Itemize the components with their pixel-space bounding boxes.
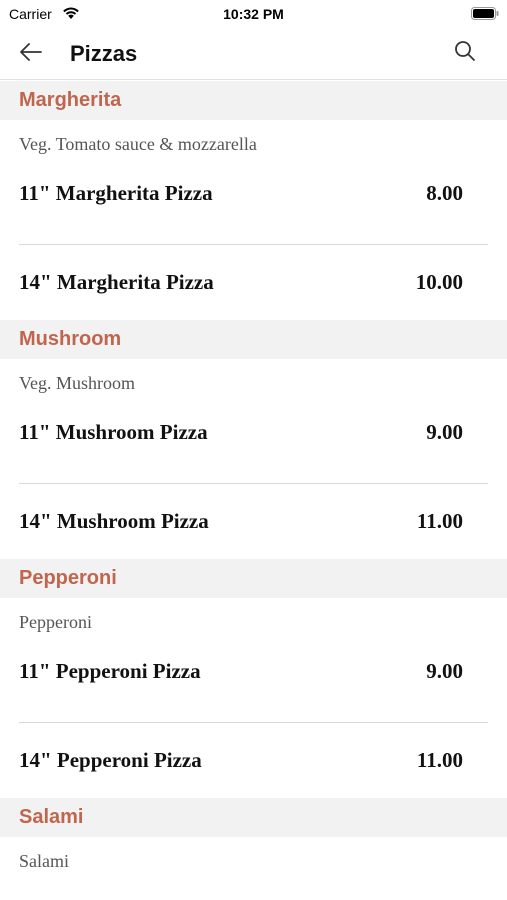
battery-icon [471, 7, 499, 20]
section-title: Mushroom [19, 328, 122, 350]
status-bar: Carrier 10:32 PM [0, 0, 507, 28]
section-description-text: Veg. Mushroom [19, 373, 135, 393]
section-description: Veg. Tomato sauce & mozzarella [0, 120, 507, 169]
item-price: 10.00 [415, 270, 463, 294]
item-name: 14" Mushroom Pizza [19, 509, 209, 533]
arrow-left-icon [19, 42, 43, 67]
item-price: 8.00 [426, 181, 463, 205]
section-header-mushroom: Mushroom [0, 320, 507, 359]
section-title: Pepperoni [19, 567, 117, 589]
section-description-text: Veg. Tomato sauce & mozzarella [19, 134, 257, 154]
section-header-salami: Salami [0, 798, 507, 837]
item-name: 11" Mushroom Pizza [19, 420, 208, 444]
section-description-text: Salami [19, 851, 69, 871]
navigation-bar: Pizzas [0, 28, 507, 80]
item-name: 14" Margherita Pizza [19, 270, 214, 294]
search-icon [454, 40, 476, 67]
back-button[interactable] [14, 38, 48, 70]
menu-item[interactable]: 14" Mushroom Pizza 11.00 [0, 484, 507, 559]
section-title: Margherita [19, 89, 122, 111]
menu-item[interactable]: 14" Pepperoni Pizza 11.00 [0, 723, 507, 798]
section-description: Veg. Mushroom [0, 359, 507, 408]
menu-item[interactable]: 11" Pepperoni Pizza 9.00 [0, 647, 507, 722]
section-description: Salami [0, 837, 507, 886]
item-price: 9.00 [426, 659, 463, 683]
section-header-pepperoni: Pepperoni [0, 559, 507, 598]
menu-item[interactable]: 11" Mushroom Pizza 9.00 [0, 408, 507, 483]
item-price: 11.00 [416, 509, 463, 533]
section-title: Salami [19, 806, 84, 828]
item-name: 11" Pepperoni Pizza [19, 659, 201, 683]
section-header-margherita: Margherita [0, 81, 507, 120]
section-description: Pepperoni [0, 598, 507, 647]
item-price: 11.00 [416, 748, 463, 772]
item-price: 9.00 [426, 420, 463, 444]
menu-item[interactable]: 14" Margherita Pizza 10.00 [0, 245, 507, 320]
item-name: 11" Margherita Pizza [19, 181, 213, 205]
page-title: Pizzas [70, 41, 138, 66]
menu-list[interactable]: Margherita Veg. Tomato sauce & mozzarell… [0, 81, 507, 886]
menu-item[interactable]: 11" Margherita Pizza 8.00 [0, 169, 507, 244]
search-button[interactable] [451, 39, 479, 67]
item-name: 14" Pepperoni Pizza [19, 748, 202, 772]
clock: 10:32 PM [223, 6, 284, 22]
section-description-text: Pepperoni [19, 612, 92, 632]
